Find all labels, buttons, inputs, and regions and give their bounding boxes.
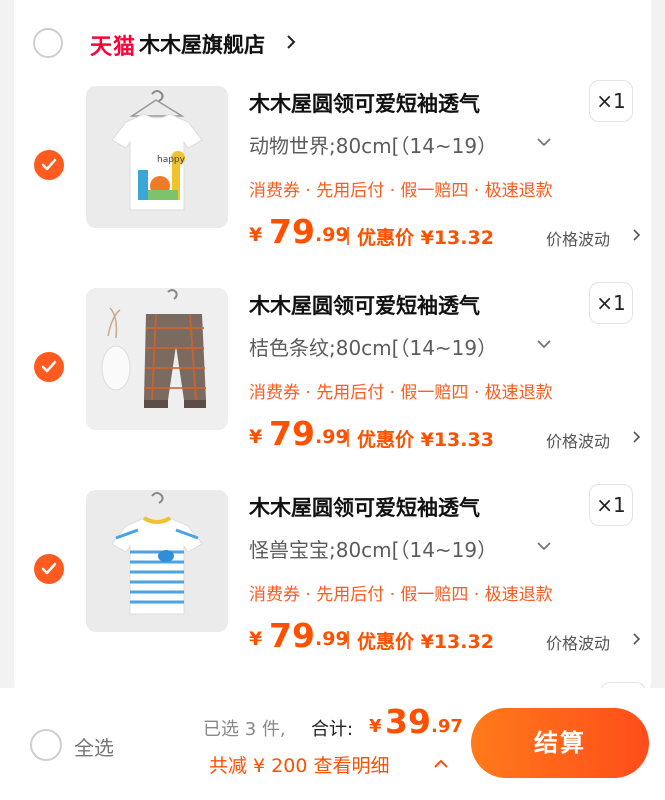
check-icon — [41, 158, 57, 171]
cart-item: 木木屋圆领可爱短袖透气 ×1 怪兽宝宝;80cm[（14~19） 消费券 · 先… — [14, 484, 651, 690]
price-fluctuation-link[interactable]: 价格波动 — [546, 630, 610, 654]
quantity-button[interactable]: ×1 — [589, 80, 633, 122]
chevron-down-icon[interactable] — [537, 542, 551, 551]
price-decimal: .99 — [315, 628, 349, 650]
check-icon — [41, 360, 57, 373]
chevron-right-icon — [633, 229, 641, 241]
store-select-radio[interactable] — [33, 28, 63, 58]
store-name[interactable]: 木木屋旗舰店 — [139, 29, 265, 59]
svg-text:happy: happy — [157, 155, 186, 165]
checkout-button[interactable]: 结算 — [471, 708, 649, 778]
total-currency: ¥ — [369, 716, 382, 737]
item-select-checkbox[interactable] — [34, 150, 64, 180]
item-select-checkbox[interactable] — [34, 352, 64, 382]
price-integer: 79 — [269, 616, 315, 655]
product-thumbnail[interactable] — [86, 490, 228, 632]
savings-detail-link[interactable]: 共减 ¥ 200 查看明细 — [209, 751, 389, 778]
price-divider — [347, 631, 349, 649]
select-all-label[interactable]: 全选 — [74, 732, 114, 761]
price-decimal: .99 — [315, 224, 349, 246]
cart-store-card: 天猫 木木屋旗舰店 happy 木木屋圆领可爱短袖透气 ×1 动物世界;80cm… — [14, 0, 651, 700]
quantity-button[interactable]: ×1 — [589, 484, 633, 526]
chevron-right-icon — [633, 633, 641, 645]
cart-item: 木木屋圆领可爱短袖透气 ×1 桔色条纹;80cm[（14~19） 消费券 · 先… — [14, 282, 651, 488]
tmall-logo: 天猫 — [90, 35, 137, 60]
product-variant[interactable]: 动物世界;80cm[（14~19） — [249, 130, 497, 159]
price-currency: ¥ — [249, 628, 263, 650]
product-variant[interactable]: 怪兽宝宝;80cm[（14~19） — [249, 534, 497, 563]
product-variant[interactable]: 桔色条纹;80cm[（14~19） — [249, 332, 497, 361]
discount-price: 优惠价 ¥13.32 — [357, 227, 494, 249]
plaid-pants-icon — [86, 288, 228, 430]
price-fluctuation-link[interactable]: 价格波动 — [546, 226, 610, 250]
striped-tshirt-icon — [86, 490, 228, 632]
cart-item: happy 木木屋圆领可爱短袖透气 ×1 动物世界;80cm[（14~19） 消… — [14, 80, 651, 286]
price-integer: 79 — [269, 212, 315, 251]
price-row: ¥ 79 .99 优惠价 ¥13.33 价格波动 — [249, 414, 641, 456]
service-tags: 消费券 · 先用后付 · 假一赔四 · 极速退款 — [249, 181, 553, 201]
checkout-bar: 全选 已选 3 件, 合计: ¥ 39 .97 共减 ¥ 200 查看明细 结算 — [0, 688, 665, 800]
price-currency: ¥ — [249, 426, 263, 448]
price-divider — [347, 227, 349, 245]
price-row: ¥ 79 .99 优惠价 ¥13.32 价格波动 — [249, 212, 641, 254]
order-summary: 已选 3 件, 合计: ¥ 39 .97 — [203, 702, 465, 746]
chevron-right-icon — [287, 35, 296, 49]
product-thumbnail[interactable]: happy — [86, 86, 228, 228]
price-row: ¥ 79 .99 优惠价 ¥13.32 价格波动 — [249, 616, 641, 658]
price-integer: 79 — [269, 414, 315, 453]
discount-price: 优惠价 ¥13.33 — [357, 429, 494, 451]
chevron-down-icon[interactable] — [537, 138, 551, 147]
price-decimal: .99 — [315, 426, 349, 448]
item-select-checkbox[interactable] — [34, 554, 64, 584]
product-title[interactable]: 木木屋圆领可爱短袖透气 — [249, 290, 480, 320]
select-all-radio[interactable] — [30, 729, 62, 761]
store-header[interactable]: 天猫 木木屋旗舰店 — [14, 22, 651, 62]
discount-price: 优惠价 ¥13.32 — [357, 631, 494, 653]
chevron-down-icon[interactable] — [537, 340, 551, 349]
price-currency: ¥ — [249, 224, 263, 246]
price-fluctuation-link[interactable]: 价格波动 — [546, 428, 610, 452]
selected-count: 已选 3 件, — [203, 719, 286, 740]
product-title[interactable]: 木木屋圆领可爱短袖透气 — [249, 88, 480, 118]
service-tags: 消费券 · 先用后付 · 假一赔四 · 极速退款 — [249, 383, 553, 403]
product-title[interactable]: 木木屋圆领可爱短袖透气 — [249, 492, 480, 522]
price-divider — [347, 429, 349, 447]
white-tshirt-animals-icon: happy — [86, 86, 228, 228]
quantity-button[interactable]: ×1 — [589, 282, 633, 324]
check-icon — [41, 562, 57, 575]
product-thumbnail[interactable] — [86, 288, 228, 430]
total-decimal: .97 — [431, 716, 463, 737]
chevron-right-icon — [633, 431, 641, 443]
total-integer: 39 — [385, 702, 431, 741]
service-tags: 消费券 · 先用后付 · 假一赔四 · 极速退款 — [249, 585, 553, 605]
total-label: 合计: — [311, 719, 354, 740]
chevron-up-icon[interactable] — [434, 759, 448, 768]
